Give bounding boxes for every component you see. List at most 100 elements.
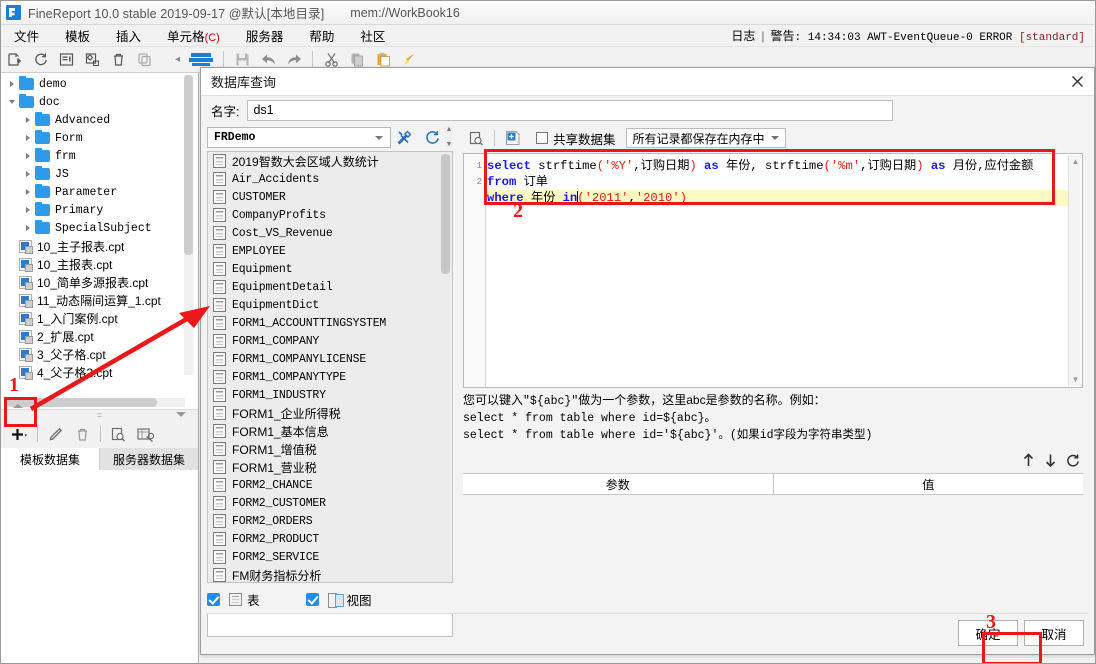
- tree-toggle[interactable]: [21, 117, 35, 123]
- sql-line[interactable]: where 年份 in('2011','2010'): [487, 190, 1068, 206]
- panel-splitter[interactable]: [1, 409, 198, 420]
- dataset-collapse-up-icon[interactable]: [13, 404, 23, 408]
- database-combo[interactable]: FRDemo: [207, 126, 391, 148]
- table-list-item[interactable]: FORM2_CHANCE: [208, 476, 452, 494]
- refresh-icon[interactable]: [27, 48, 53, 72]
- template-file-tree[interactable]: demo doc Advanced Form frm JS Parameter Primary…: [1, 73, 187, 391]
- tree-item[interactable]: Parameter: [1, 183, 187, 201]
- preview-sql-icon[interactable]: [463, 127, 490, 149]
- dataset-expand-caret-icon[interactable]: [176, 412, 186, 417]
- table-list-item[interactable]: FORM1_企业所得税: [208, 404, 452, 422]
- tree-item[interactable]: 10_主报表.cpt: [1, 255, 187, 273]
- menu-help[interactable]: 帮助: [296, 24, 347, 47]
- template-props-icon[interactable]: [53, 48, 79, 72]
- filter-view-checkbox[interactable]: [305, 592, 319, 606]
- table-list-item[interactable]: Air_Accidents: [208, 170, 452, 188]
- table-list-item[interactable]: Equipment: [208, 260, 452, 278]
- sql-editor-scrollbar[interactable]: ▲ ▼: [1068, 155, 1081, 386]
- tree-toggle[interactable]: [21, 135, 35, 141]
- cancel-button[interactable]: 取消: [1024, 620, 1084, 646]
- table-list-item[interactable]: EMPLOYEE: [208, 242, 452, 260]
- chevron-right-icon[interactable]: [26, 135, 30, 141]
- tree-item[interactable]: Primary: [1, 201, 187, 219]
- table-search-input[interactable]: [207, 613, 453, 637]
- edit-dataset-icon[interactable]: [42, 422, 69, 446]
- sql-line[interactable]: select strftime('%Y',订购日期) as 年份, strfti…: [487, 158, 1068, 174]
- menu-insert[interactable]: 插入: [103, 24, 154, 47]
- table-list-item[interactable]: 2019智数大会区域人数统计: [208, 152, 452, 170]
- table-list-item[interactable]: FORM2_ORDERS: [208, 512, 452, 530]
- chevron-right-icon[interactable]: [10, 81, 14, 87]
- dataset-name-input[interactable]: ds1: [247, 99, 894, 121]
- table-list-item[interactable]: FM财务指标分析: [208, 566, 452, 582]
- menu-file[interactable]: 文件: [1, 24, 52, 47]
- tab-server-dataset[interactable]: 服务器数据集: [100, 448, 198, 470]
- table-list-scrollbar[interactable]: [441, 154, 450, 580]
- tree-toggle[interactable]: [5, 81, 19, 87]
- table-list-item[interactable]: FORM2_SERVICE: [208, 548, 452, 566]
- table-list-item[interactable]: FORM1_基本信息: [208, 422, 452, 440]
- chevron-right-icon[interactable]: [26, 207, 30, 213]
- insert-param-icon[interactable]: [499, 127, 526, 149]
- new-template-icon[interactable]: [1, 48, 27, 72]
- table-list-item[interactable]: EquipmentDict: [208, 296, 452, 314]
- table-list-item[interactable]: FORM1_COMPANY: [208, 332, 452, 350]
- chevron-down-icon[interactable]: [9, 100, 15, 104]
- tree-item[interactable]: demo: [1, 75, 187, 93]
- tree-item[interactable]: JS: [1, 165, 187, 183]
- add-dataset-button[interactable]: [6, 422, 33, 446]
- delete-dataset-icon[interactable]: [69, 422, 96, 446]
- close-icon[interactable]: [1060, 69, 1094, 95]
- filter-table-checkbox[interactable]: [207, 592, 220, 606]
- log-label[interactable]: 日志: [731, 27, 755, 44]
- parameter-table-body[interactable]: [463, 495, 1083, 623]
- menu-community[interactable]: 社区: [347, 24, 398, 47]
- tree-item[interactable]: 11_动态隔间运算_1.cpt: [1, 291, 187, 309]
- delete-icon[interactable]: [105, 48, 131, 72]
- preview-dataset-icon[interactable]: [105, 422, 132, 446]
- tree-item[interactable]: 2_扩展.cpt: [1, 327, 187, 345]
- tree-item[interactable]: 3_父子格.cpt: [1, 345, 187, 363]
- table-list-item[interactable]: CompanyProfits: [208, 206, 452, 224]
- move-down-icon[interactable]: [1039, 449, 1061, 471]
- tree-item[interactable]: SpecialSubject: [1, 219, 187, 237]
- chevron-right-icon[interactable]: [26, 171, 30, 177]
- scroll-down-icon[interactable]: ▼: [1069, 373, 1082, 386]
- ok-button[interactable]: 确定: [958, 620, 1018, 646]
- tree-horizontal-scrollbar[interactable]: [7, 398, 185, 407]
- tree-toggle[interactable]: [21, 225, 35, 231]
- tree-toggle[interactable]: [21, 171, 35, 177]
- tree-item[interactable]: Form: [1, 129, 187, 147]
- sql-code-text[interactable]: select strftime('%Y',订购日期) as 年份, strfti…: [487, 158, 1068, 206]
- sql-line[interactable]: from 订单: [487, 174, 1068, 190]
- refresh-params-icon[interactable]: [1061, 449, 1083, 471]
- table-list-item[interactable]: FORM2_CUSTOMER: [208, 494, 452, 512]
- table-list-item[interactable]: FORM1_营业税: [208, 458, 452, 476]
- menu-template[interactable]: 模板: [52, 24, 103, 47]
- tree-toggle[interactable]: [21, 189, 35, 195]
- db-config-icon[interactable]: [391, 126, 418, 148]
- table-list-item[interactable]: CUSTOMER: [208, 188, 452, 206]
- chevron-right-icon[interactable]: [26, 189, 30, 195]
- toolbar-collapse-icon[interactable]: ◂: [175, 54, 180, 65]
- tree-vertical-scrollbar[interactable]: [184, 75, 193, 375]
- tree-item[interactable]: Advanced: [1, 111, 187, 129]
- tree-toggle[interactable]: [5, 100, 19, 104]
- db-row-mini-scrollbar[interactable]: ▲ ▼: [445, 126, 453, 148]
- template-config-icon[interactable]: [79, 48, 105, 72]
- tree-toggle[interactable]: [21, 153, 35, 159]
- table-list-item[interactable]: FORM1_INDUSTRY: [208, 386, 452, 404]
- tab-template-dataset[interactable]: 模板数据集: [1, 448, 100, 470]
- scroll-up-icon[interactable]: ▲: [1069, 155, 1082, 168]
- tree-item[interactable]: 1_入门案例.cpt: [1, 309, 187, 327]
- db-refresh-icon[interactable]: [418, 126, 445, 148]
- tree-item[interactable]: doc: [1, 93, 187, 111]
- tree-toggle[interactable]: [21, 207, 35, 213]
- menu-cell[interactable]: 单元格(C): [154, 24, 233, 47]
- table-list-item[interactable]: FORM1_COMPANYTYPE: [208, 368, 452, 386]
- menu-server[interactable]: 服务器: [233, 24, 297, 47]
- table-list-item[interactable]: FORM1_ACCOUNTTINGSYSTEM: [208, 314, 452, 332]
- chevron-right-icon[interactable]: [26, 117, 30, 123]
- sql-editor[interactable]: 12 select strftime('%Y',订购日期) as 年份, str…: [463, 153, 1083, 388]
- copy-template-icon[interactable]: [131, 48, 157, 72]
